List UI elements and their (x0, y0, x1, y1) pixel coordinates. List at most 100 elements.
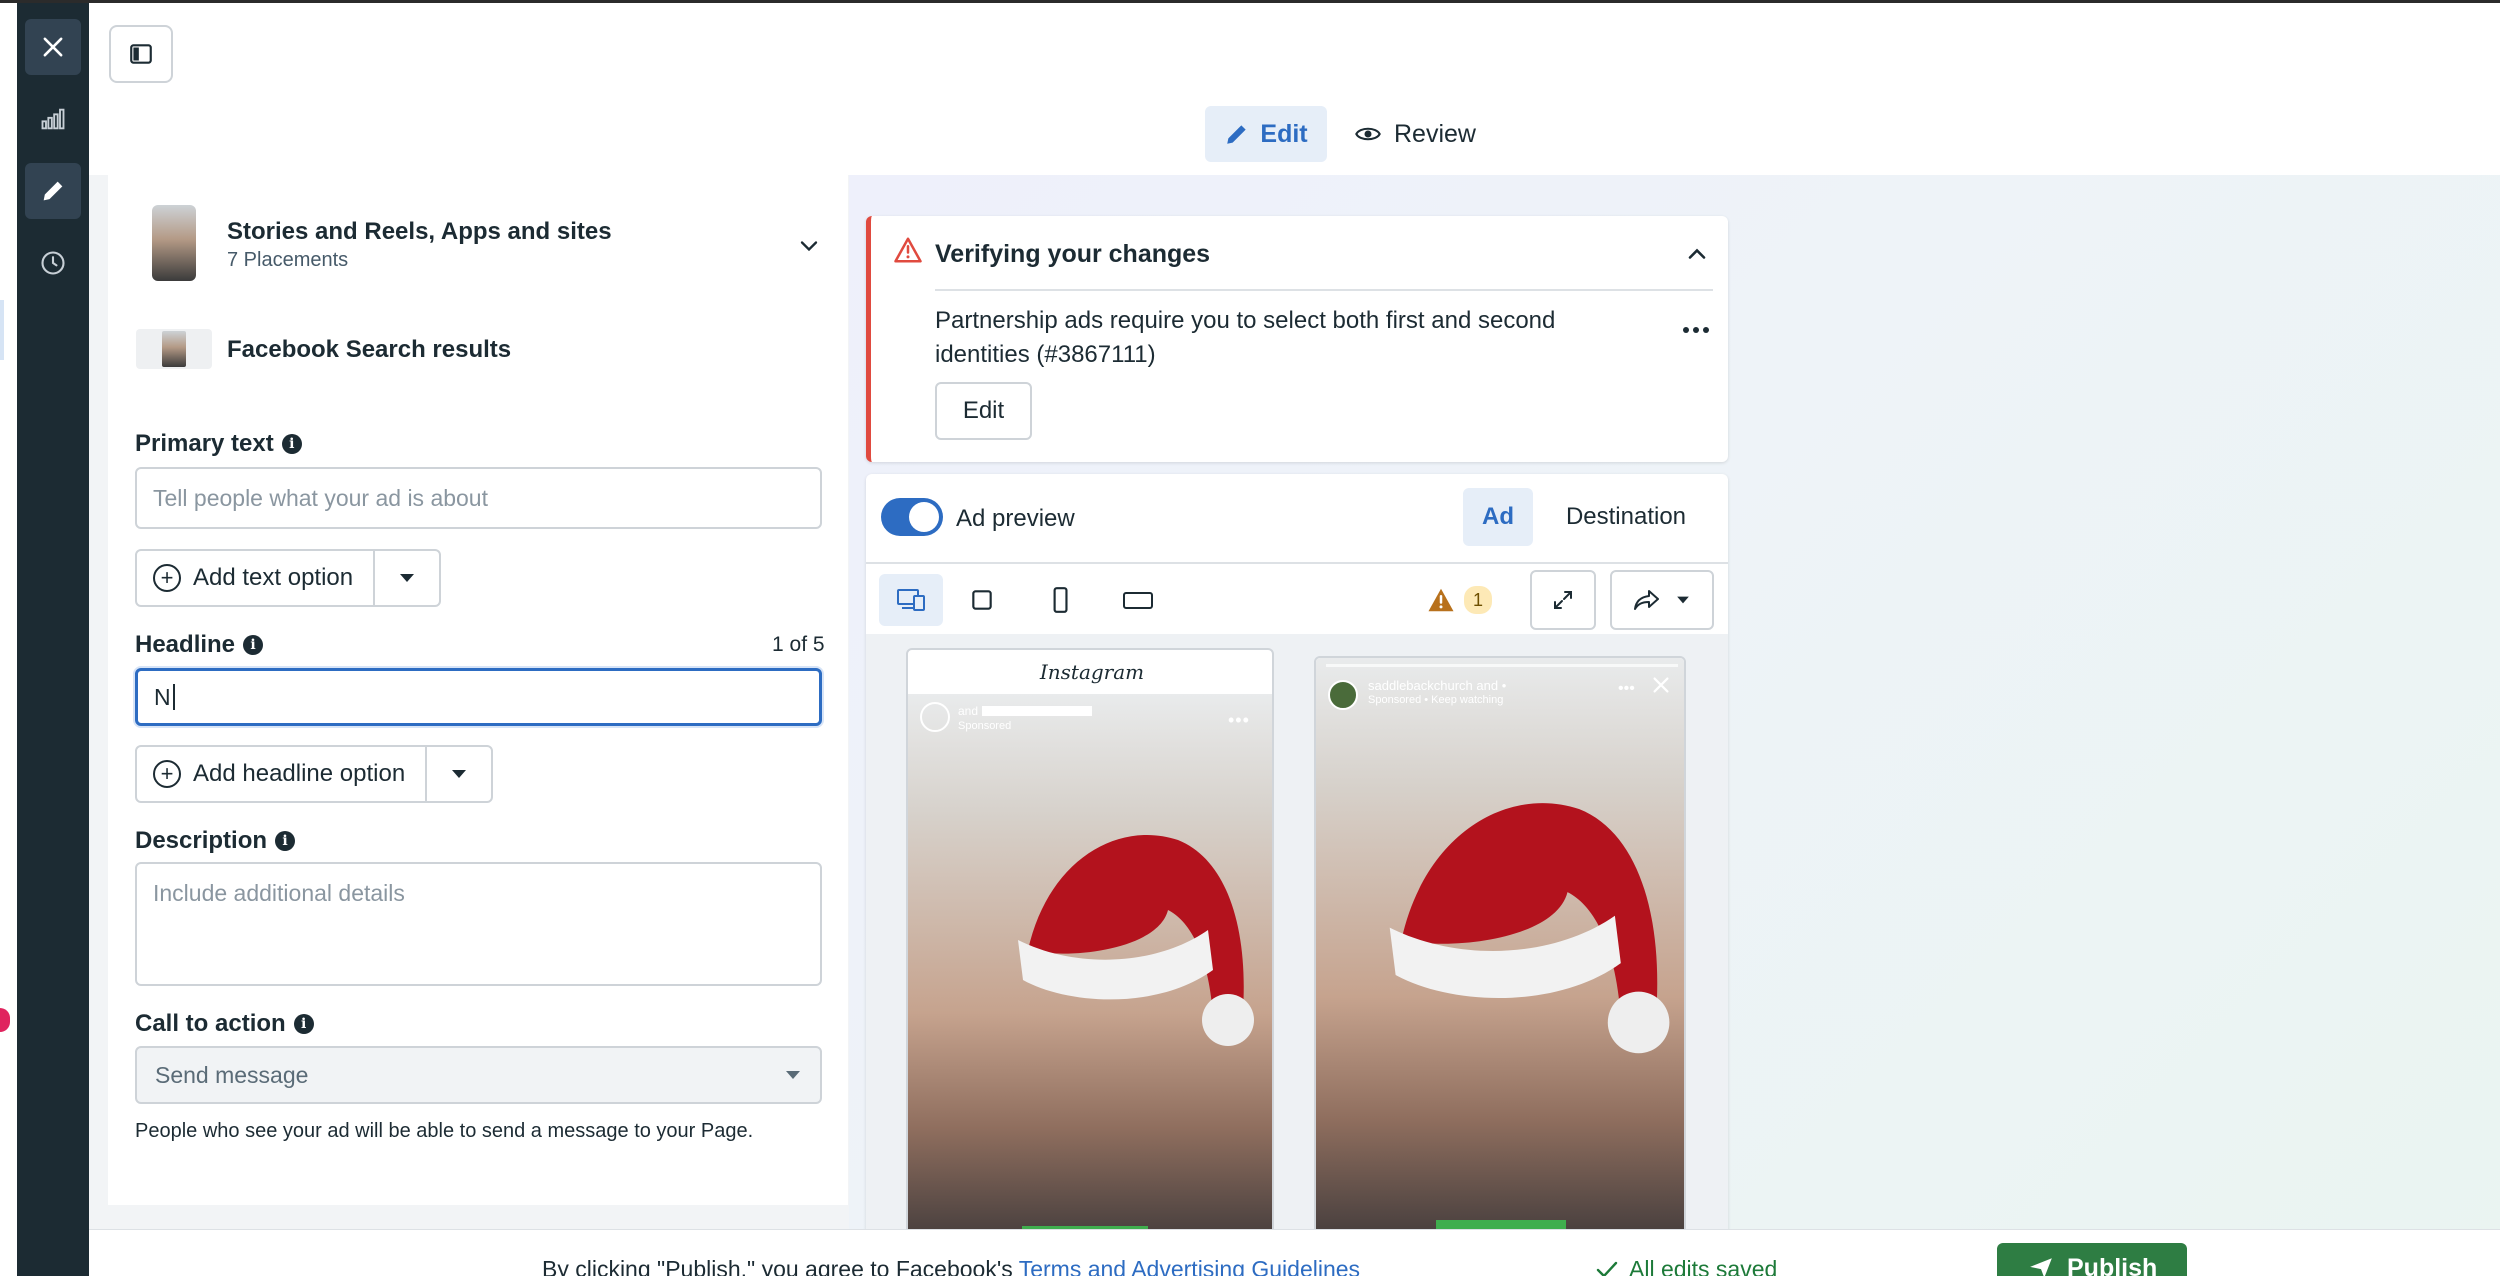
bar-chart-icon (41, 108, 65, 130)
terms-link[interactable]: Terms and Advertising Guidelines (1019, 1256, 1360, 1276)
ad-preview-toggle[interactable] (881, 498, 943, 536)
story-sponsored: Sponsored • Keep watching (1368, 694, 1504, 706)
description-input[interactable]: Include additional details (135, 862, 822, 986)
info-icon[interactable]: i (275, 831, 296, 851)
vertical-rect-icon (1053, 587, 1068, 613)
more-horizontal-icon (1683, 327, 1709, 333)
plus-circle-icon: + (153, 760, 181, 788)
facebook-story-preview: saddlebackchurch and • Sponsored • Keep … (1314, 656, 1686, 1276)
ad-preview-label: Ad preview (956, 505, 1075, 532)
close-button[interactable] (25, 19, 81, 75)
more-horizontal-icon: ••• (1618, 680, 1635, 697)
plus-circle-icon: + (153, 564, 181, 592)
divider (935, 289, 1713, 291)
story-account-name: saddlebackchurch and • (1368, 678, 1507, 693)
device-horizontal-button[interactable] (1106, 574, 1170, 626)
santa-hat-image (1389, 803, 1670, 1054)
chart-nav-button[interactable] (25, 91, 81, 147)
placement-title: Stories and Reels, Apps and sites (227, 218, 612, 245)
call-to-action-label: Call to action i (135, 1010, 314, 1038)
ig-sponsored: Sponsored (958, 720, 1012, 732)
more-options-button[interactable] (1679, 320, 1713, 340)
add-headline-option-button[interactable]: + Add headline option (135, 745, 494, 803)
info-icon[interactable]: i (243, 635, 264, 655)
redacted-account-bar (982, 706, 1092, 716)
verify-title: Verifying your changes (935, 240, 1211, 268)
edit-nav-button[interactable] (25, 163, 81, 219)
history-nav-button[interactable] (25, 235, 81, 291)
verify-changes-card: Verifying your changes Partnership ads r… (866, 216, 1728, 462)
preview-warning-badge[interactable]: 1 (1426, 586, 1492, 614)
preview-area: Instagram and Sponsored ••• This is so w… (866, 634, 1728, 1276)
call-to-action-select[interactable]: Send message (135, 1046, 822, 1104)
expand-preview-button[interactable] (1530, 570, 1596, 630)
tab-destination[interactable]: Destination (1546, 488, 1706, 546)
share-arrow-icon (1634, 590, 1659, 610)
instagram-story-preview: Instagram and Sponsored ••• This is so w… (906, 648, 1274, 1276)
device-vertical-button[interactable] (1028, 574, 1092, 626)
call-to-action-helper: People who see your ad will be able to s… (135, 1120, 754, 1142)
chevron-up-icon (1688, 248, 1706, 259)
tab-review[interactable]: Review (1345, 106, 1485, 162)
sidebar-panel-icon (130, 44, 152, 64)
primary-text-input[interactable]: Tell people what your ad is about (135, 467, 822, 529)
close-icon (1653, 677, 1669, 693)
tab-edit[interactable]: Edit (1205, 106, 1327, 162)
verify-message: Partnership ads require you to select bo… (935, 307, 1556, 368)
primary-text-label: Primary text i (135, 430, 302, 458)
avatar (1328, 680, 1358, 710)
add-text-option-button[interactable]: + Add text option (135, 549, 442, 607)
close-story-button[interactable] (1650, 674, 1674, 698)
collapse-verify-button[interactable] (1683, 240, 1713, 270)
caret-down-icon (1677, 596, 1689, 604)
instagram-label: Instagram (1039, 660, 1145, 684)
chevron-down-icon (800, 241, 818, 252)
caret-down-icon (452, 770, 467, 778)
info-icon[interactable]: i (293, 1014, 314, 1034)
description-label: Description i (135, 827, 296, 855)
clock-icon (41, 251, 65, 275)
saved-status: All edits saved (1595, 1256, 1777, 1276)
placement-subtitle: 7 Placements (227, 249, 349, 271)
square-icon (972, 590, 992, 610)
nav-sidebar (17, 3, 89, 1276)
ad-preview-card: Ad preview Ad Destination 1 Instagram an… (866, 474, 1728, 1276)
tab-ad[interactable]: Ad (1463, 488, 1533, 546)
placement-thumbnail (136, 329, 212, 369)
horizontal-rect-icon (1123, 592, 1153, 609)
add-headline-option-dropdown[interactable] (427, 747, 491, 801)
add-text-option-dropdown[interactable] (375, 551, 439, 605)
warning-triangle-icon (1428, 588, 1454, 612)
caret-down-icon (786, 1071, 800, 1079)
device-square-button[interactable] (950, 574, 1014, 626)
toggle-panel-button[interactable] (109, 25, 173, 83)
send-icon (2030, 1258, 2052, 1276)
devices-icon (897, 589, 925, 611)
device-all-button[interactable] (879, 574, 943, 626)
verify-edit-button[interactable]: Edit (935, 382, 1032, 440)
ig-account-name: and (958, 704, 979, 718)
notification-indicator (0, 1008, 10, 1032)
checkmark-icon (1596, 1261, 1618, 1276)
close-icon (43, 37, 63, 57)
headline-input[interactable]: N (135, 668, 822, 726)
tab-edit-label: Edit (1260, 119, 1308, 148)
placement-expand[interactable] (795, 232, 823, 260)
edge-marker (0, 300, 4, 360)
legal-text: By clicking "Publish," you agree to Face… (542, 1256, 1360, 1276)
pencil-icon (43, 181, 63, 201)
tab-review-label: Review (1394, 119, 1476, 148)
headline-counter: 1 of 5 (772, 633, 825, 656)
add-text-option-main[interactable]: + Add text option (137, 551, 376, 605)
warning-triangle-icon (894, 237, 922, 263)
add-headline-option-main[interactable]: + Add headline option (137, 747, 428, 801)
eye-icon (1355, 127, 1381, 141)
story-progress-bar (1326, 664, 1678, 667)
top-border (0, 0, 2500, 3)
expand-icon (1554, 591, 1572, 609)
info-icon[interactable]: i (281, 434, 302, 454)
more-horizontal-icon: ••• (1228, 710, 1250, 730)
pencil-icon (1227, 125, 1247, 144)
publish-button[interactable]: Publish (1997, 1243, 2188, 1276)
share-preview-button[interactable] (1610, 570, 1714, 630)
